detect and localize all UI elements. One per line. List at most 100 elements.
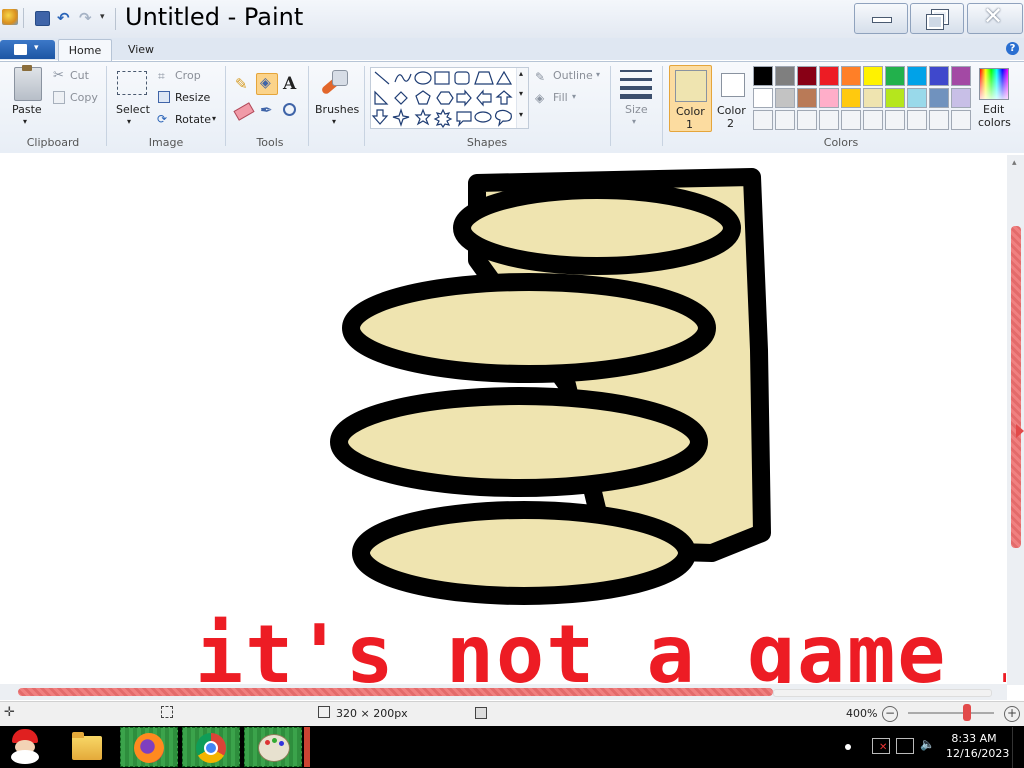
rotate-button[interactable]: Rotate xyxy=(175,113,211,126)
palette-swatch[interactable] xyxy=(775,110,795,130)
pencil-tool-button[interactable]: ✎ xyxy=(233,74,253,94)
palette-swatch[interactable] xyxy=(951,88,971,108)
outline-button[interactable]: Outline xyxy=(553,69,593,82)
file-menu-button[interactable]: ▾ xyxy=(0,40,55,59)
color-picker-tool-button[interactable]: ✒ xyxy=(257,101,277,121)
palette-swatch[interactable] xyxy=(841,110,861,130)
palette-swatch[interactable] xyxy=(753,110,773,130)
palette-swatch[interactable] xyxy=(907,110,927,130)
palette-swatch[interactable] xyxy=(863,66,883,86)
paste-button[interactable]: Paste xyxy=(12,103,42,116)
taskbar-file-explorer[interactable] xyxy=(57,727,115,767)
palette-swatch[interactable] xyxy=(885,66,905,86)
start-button[interactable] xyxy=(4,728,50,766)
size-button[interactable]: Size xyxy=(625,103,648,116)
select-chevron-icon[interactable]: ▾ xyxy=(127,117,131,126)
fill-tool-button[interactable]: ◈ xyxy=(256,73,278,95)
color2-button[interactable]: Color 2 xyxy=(713,65,751,130)
brushes-chevron-icon[interactable]: ▾ xyxy=(332,117,336,126)
paint-app-icon[interactable] xyxy=(2,9,18,25)
edit-colors-label[interactable]: Edit xyxy=(983,103,1004,116)
canvas-resize-handle[interactable] xyxy=(1016,424,1024,438)
save-icon[interactable] xyxy=(35,11,50,26)
palette-swatch[interactable] xyxy=(797,88,817,108)
zoom-slider-track[interactable] xyxy=(908,712,994,714)
scroll-up-icon[interactable]: ▴ xyxy=(1012,158,1017,168)
taskbar-chrome[interactable] xyxy=(182,727,240,767)
fill-chevron-icon[interactable]: ▾ xyxy=(572,92,576,101)
tray-dot-icon[interactable] xyxy=(845,744,851,750)
palette-swatch[interactable] xyxy=(907,66,927,86)
edit-colors-label-2[interactable]: colors xyxy=(978,116,1011,129)
palette-swatch[interactable] xyxy=(841,66,861,86)
palette-swatch[interactable] xyxy=(907,88,927,108)
zoom-in-button[interactable]: + xyxy=(1004,706,1020,722)
shapes-expand-icon[interactable]: ▾ xyxy=(519,110,523,119)
help-icon[interactable]: ? xyxy=(1006,42,1019,55)
qat-customize-icon[interactable]: ▾ xyxy=(100,12,105,22)
undo-icon[interactable]: ↶ xyxy=(57,9,70,27)
palette-swatch[interactable] xyxy=(951,66,971,86)
volume-icon[interactable]: 🔈 xyxy=(920,737,935,751)
eraser-tool-button[interactable] xyxy=(233,101,255,121)
tab-home[interactable]: Home xyxy=(58,39,112,62)
shapes-gallery[interactable]: ▴ ▾ ▾ xyxy=(370,67,529,129)
paste-icon[interactable] xyxy=(14,65,42,101)
horizontal-scroll-thumb[interactable] xyxy=(18,688,773,696)
palette-swatch[interactable] xyxy=(753,66,773,86)
palette-swatch[interactable] xyxy=(951,110,971,130)
select-icon[interactable] xyxy=(117,71,147,95)
edit-colors-icon[interactable] xyxy=(979,68,1009,100)
brushes-icon[interactable] xyxy=(318,68,352,100)
palette-swatch[interactable] xyxy=(863,110,883,130)
palette-swatch[interactable] xyxy=(819,88,839,108)
close-button[interactable]: ✕ xyxy=(967,2,1023,34)
color1-button[interactable]: Color 1 xyxy=(669,65,712,132)
palette-swatch[interactable] xyxy=(929,88,949,108)
text-tool-button[interactable]: A xyxy=(280,74,300,94)
fill-button[interactable]: Fill xyxy=(553,91,568,104)
magnifier-tool-button[interactable] xyxy=(280,101,300,121)
taskbar-firefox[interactable] xyxy=(120,727,178,767)
redo-icon[interactable]: ↷ xyxy=(79,9,92,27)
zoom-slider-thumb[interactable] xyxy=(963,704,971,721)
taskbar-paint[interactable] xyxy=(244,727,302,767)
palette-swatch[interactable] xyxy=(797,66,817,86)
drawing-canvas[interactable]: it's not a game in vo xyxy=(7,155,1006,683)
palette-swatch[interactable] xyxy=(841,88,861,108)
palette-swatch[interactable] xyxy=(885,88,905,108)
palette-swatch[interactable] xyxy=(929,110,949,130)
palette-swatch[interactable] xyxy=(819,66,839,86)
palette-swatch[interactable] xyxy=(753,88,773,108)
action-center-icon[interactable]: ✕ xyxy=(872,738,890,754)
palette-swatch[interactable] xyxy=(885,110,905,130)
palette-swatch[interactable] xyxy=(775,88,795,108)
shapes-scroll[interactable]: ▴ ▾ ▾ xyxy=(516,68,528,128)
vertical-scroll-thumb[interactable] xyxy=(1011,226,1021,548)
brushes-button[interactable]: Brushes xyxy=(315,103,359,116)
palette-swatch[interactable] xyxy=(819,110,839,130)
palette-swatch[interactable] xyxy=(797,110,817,130)
minimize-button[interactable] xyxy=(854,3,908,34)
resize-button[interactable]: Resize xyxy=(175,91,210,104)
rotate-chevron-icon[interactable]: ▾ xyxy=(212,114,216,123)
show-desktop-button[interactable] xyxy=(1012,727,1024,768)
taskbar-clock[interactable]: 8:33 AM 12/16/2023 xyxy=(946,731,1009,761)
palette-swatch[interactable] xyxy=(929,66,949,86)
select-button[interactable]: Select xyxy=(116,103,150,116)
tab-view[interactable]: View xyxy=(120,39,162,61)
horizontal-scroll-track[interactable] xyxy=(773,689,992,697)
shapes-scroll-down-icon[interactable]: ▾ xyxy=(519,89,523,98)
palette-swatch[interactable] xyxy=(775,66,795,86)
shapes-scroll-up-icon[interactable]: ▴ xyxy=(519,69,523,78)
network-icon[interactable] xyxy=(896,738,914,754)
cut-button[interactable]: Cut xyxy=(70,69,89,82)
crop-button[interactable]: Crop xyxy=(175,69,201,82)
outline-chevron-icon[interactable]: ▾ xyxy=(596,70,600,79)
palette-swatch[interactable] xyxy=(863,88,883,108)
restore-button[interactable] xyxy=(910,3,964,34)
paste-chevron-icon[interactable]: ▾ xyxy=(23,117,27,126)
copy-button[interactable]: Copy xyxy=(70,91,98,104)
size-chevron-icon[interactable]: ▾ xyxy=(632,117,636,126)
zoom-out-button[interactable]: − xyxy=(882,706,898,722)
